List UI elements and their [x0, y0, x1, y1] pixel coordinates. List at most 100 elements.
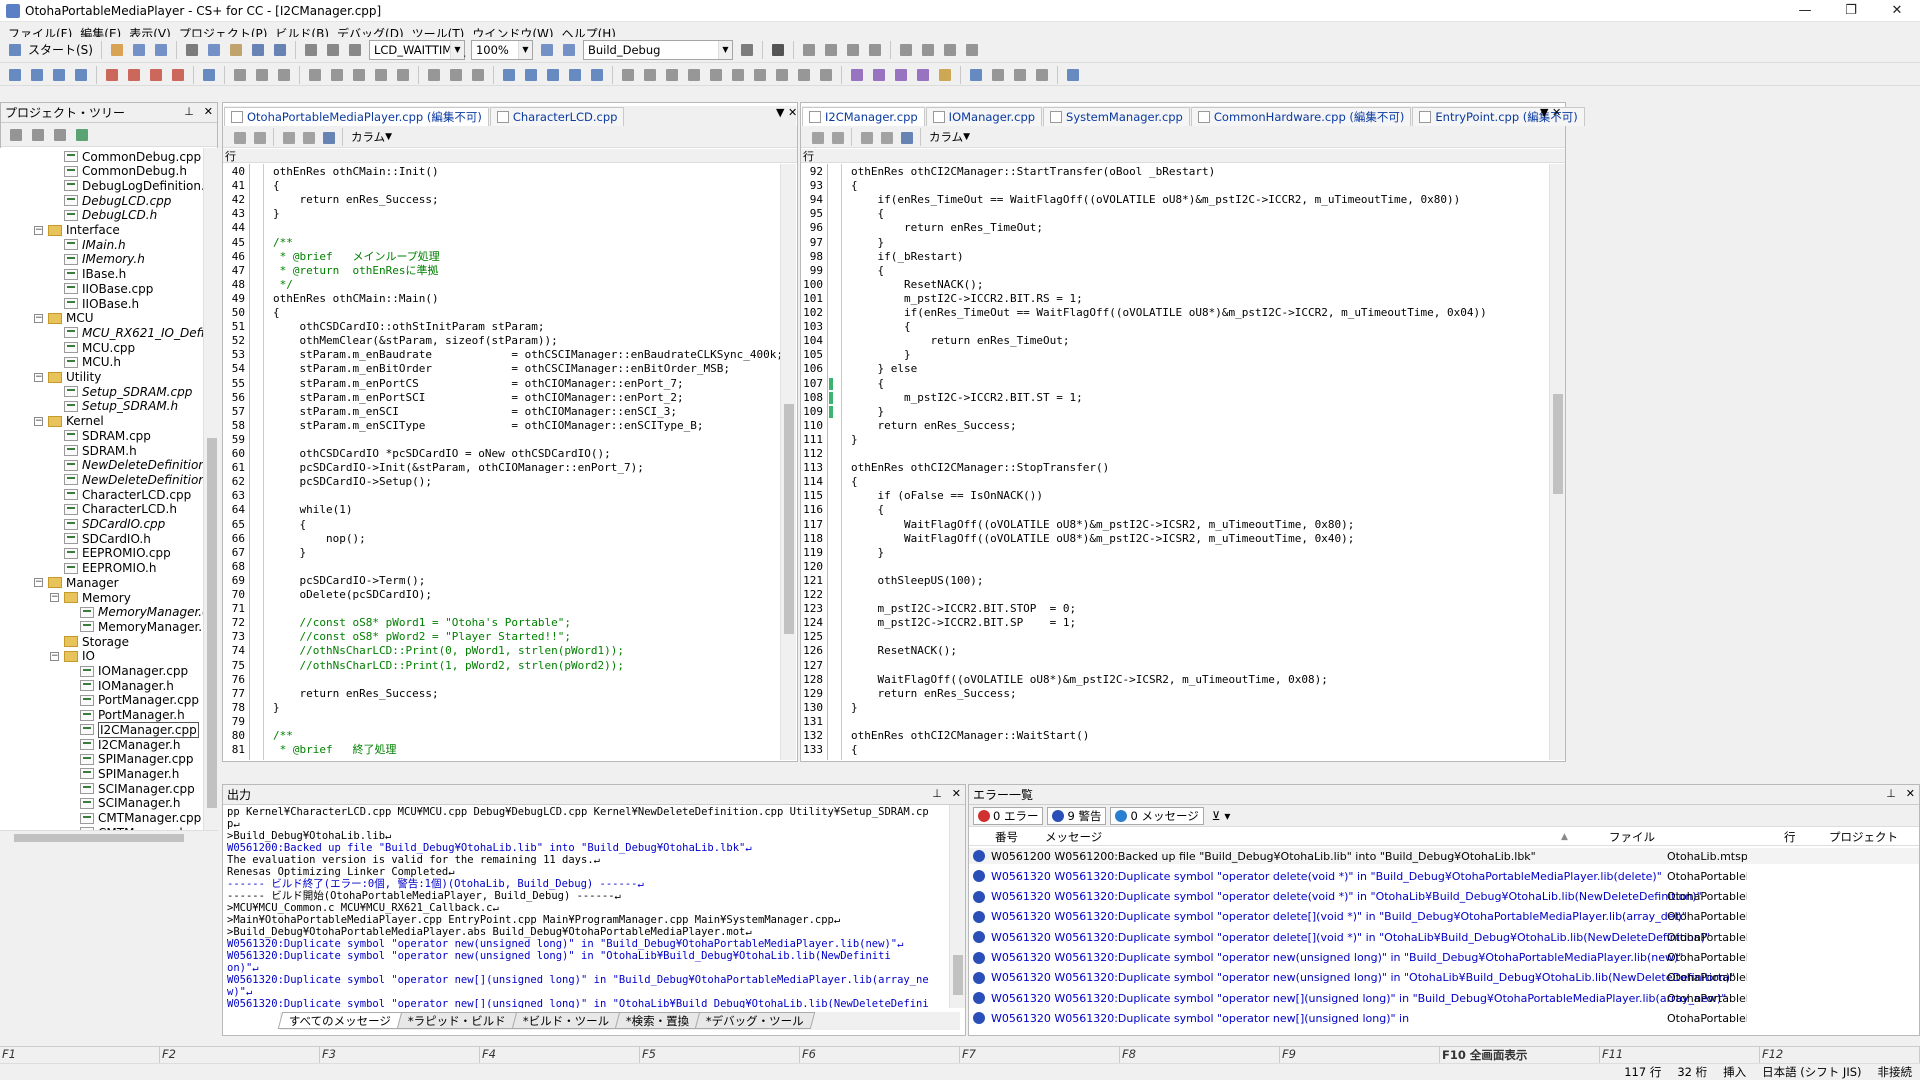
- debug-tool-icon[interactable]: [566, 66, 584, 84]
- col-message[interactable]: メッセージ: [1045, 829, 1102, 845]
- function-key[interactable]: F10 全画面表示: [1440, 1047, 1600, 1063]
- tree-item[interactable]: DebugLogDefinition.h: [50, 178, 205, 193]
- debug-tool-icon[interactable]: [394, 66, 412, 84]
- undo-icon[interactable]: [249, 41, 267, 59]
- debug-tool-icon[interactable]: [619, 66, 637, 84]
- layout-icon-3[interactable]: [844, 41, 862, 59]
- col-file[interactable]: ファイル: [1609, 829, 1655, 845]
- tree-item[interactable]: CharacterLCD.h: [50, 502, 177, 517]
- layout-icon-2[interactable]: [822, 41, 840, 59]
- output-tab[interactable]: *デバッグ・ツール: [694, 1012, 816, 1029]
- tree-item[interactable]: SDRAM.cpp: [50, 428, 151, 443]
- tree-item[interactable]: MemoryManager.cpp: [66, 605, 205, 620]
- collapse-icon[interactable]: −: [34, 313, 43, 323]
- tree-item[interactable]: EEPROMIO.cpp: [50, 546, 171, 561]
- bookmark-icon[interactable]: [231, 129, 247, 145]
- tree-item[interactable]: I2CManager.h: [66, 737, 180, 752]
- tree-item[interactable]: − IO: [50, 649, 95, 664]
- debug-tool-icon[interactable]: [773, 66, 791, 84]
- editor-right-scrollbar[interactable]: [1549, 164, 1565, 760]
- editor-left-code[interactable]: 40 othEnRes othCMain::Init() 41{42 return …: [223, 164, 780, 760]
- new-file-icon[interactable]: [108, 41, 126, 59]
- function-key[interactable]: F4: [480, 1047, 640, 1063]
- close-icon[interactable]: ✕: [952, 787, 961, 800]
- column-mode-button[interactable]: カラム: [929, 129, 963, 145]
- editor-left-tab-menu-icon[interactable]: ▼ ✕: [776, 106, 797, 119]
- search-icon[interactable]: [346, 41, 364, 59]
- project-tree-hscroll[interactable]: [0, 830, 218, 844]
- back-icon[interactable]: [320, 129, 336, 145]
- output-tab[interactable]: *ラピッド・ビルド: [396, 1012, 518, 1029]
- pin-icon[interactable]: ⊥: [184, 105, 194, 118]
- build-config-icon[interactable]: [538, 41, 556, 59]
- col-project[interactable]: プロジェクト: [1829, 829, 1898, 845]
- editor-tab[interactable]: CommonHardware.cpp (編集不可): [1190, 107, 1412, 126]
- tree-item[interactable]: I2CManager.cpp: [66, 721, 199, 738]
- debug-tool-icon[interactable]: [372, 66, 390, 84]
- pin-icon[interactable]: ⊥: [932, 787, 942, 800]
- layout-icon-7[interactable]: [941, 41, 959, 59]
- tree-item[interactable]: IMain.h: [50, 237, 126, 252]
- tree-item[interactable]: IOManager.h: [66, 678, 174, 693]
- tree-item[interactable]: SDRAM.h: [50, 443, 137, 458]
- debug-tool-icon[interactable]: [103, 66, 121, 84]
- tree-item[interactable]: − Utility: [34, 370, 101, 385]
- bookmark-next-icon[interactable]: [251, 129, 267, 145]
- col-line[interactable]: 行: [1784, 829, 1796, 845]
- collapse-icon[interactable]: −: [34, 225, 43, 235]
- editor-tab[interactable]: IOManager.cpp: [925, 107, 1043, 126]
- tree-item[interactable]: − Memory: [50, 590, 131, 605]
- error-row[interactable]: W0561320 W0561320:Duplicate symbol "oper…: [969, 950, 1919, 966]
- sync-icon[interactable]: [73, 126, 91, 144]
- jump-icon[interactable]: [280, 129, 296, 145]
- debug-tool-icon[interactable]: [663, 66, 681, 84]
- debug-tool-icon[interactable]: [28, 66, 46, 84]
- debug-tool-icon[interactable]: [147, 66, 165, 84]
- collapse-icon[interactable]: −: [34, 372, 43, 382]
- debug-tool-icon[interactable]: [641, 66, 659, 84]
- restore-button[interactable]: ❐: [1828, 0, 1874, 22]
- tree-item[interactable]: − MCU: [34, 311, 94, 326]
- debug-tool-icon[interactable]: [848, 66, 866, 84]
- error-row[interactable]: W0561320 W0561320:Duplicate symbol "oper…: [969, 970, 1919, 986]
- collapse-icon[interactable]: −: [34, 416, 43, 426]
- layout-icon-1[interactable]: [800, 41, 818, 59]
- debug-tool-icon[interactable]: [989, 66, 1007, 84]
- tree-item[interactable]: CMTManager.cpp: [66, 811, 201, 826]
- tree-item[interactable]: CommonDebug.h: [50, 164, 187, 179]
- collapse-icon[interactable]: −: [50, 593, 59, 602]
- debug-tool-icon[interactable]: [967, 66, 985, 84]
- debug-tool-icon[interactable]: [328, 66, 346, 84]
- debug-target-select[interactable]: LCD_WAITTIME_ ▼: [368, 39, 465, 60]
- error-row[interactable]: W0561320 W0561320:Duplicate symbol "oper…: [969, 990, 1919, 1006]
- collapse-icon[interactable]: −: [50, 651, 59, 661]
- collapse-icon[interactable]: −: [34, 578, 43, 588]
- function-key[interactable]: F9: [1280, 1047, 1440, 1063]
- tree-item[interactable]: SPIManager.h: [66, 766, 179, 781]
- function-key[interactable]: F6: [800, 1047, 960, 1063]
- jump-icon[interactable]: [858, 129, 874, 145]
- debug-tool-icon[interactable]: [1064, 66, 1082, 84]
- tree-item[interactable]: MCU_RX621_IO_Definition.h: [50, 325, 205, 340]
- function-key[interactable]: F2: [160, 1047, 320, 1063]
- debug-tool-icon[interactable]: [685, 66, 703, 84]
- output-text[interactable]: pp Kernel¥CharacterLCD.cpp MCU¥MCU.cpp D…: [223, 805, 949, 1008]
- function-key[interactable]: F5: [640, 1047, 800, 1063]
- tree-item[interactable]: SPIManager.cpp: [66, 752, 194, 767]
- debug-tool-icon[interactable]: [817, 66, 835, 84]
- debug-tool-icon[interactable]: [870, 66, 888, 84]
- error-row[interactable]: W0561320 W0561320:Duplicate symbol "oper…: [969, 929, 1919, 945]
- build-mode-select[interactable]: Build_Debug ▼: [582, 39, 733, 60]
- editor-tab[interactable]: CharacterLCD.cpp: [489, 107, 625, 126]
- debug-tool-icon[interactable]: [6, 66, 24, 84]
- tree-item[interactable]: IBase.h: [50, 267, 126, 282]
- error-filter-button[interactable]: 0 エラー: [973, 806, 1044, 825]
- layout-icon-6[interactable]: [919, 41, 937, 59]
- tree-item[interactable]: Setup_SDRAM.cpp: [50, 384, 192, 399]
- debug-tool-icon[interactable]: [253, 66, 271, 84]
- bookmark-icon[interactable]: [809, 129, 825, 145]
- close-window-button[interactable]: ✕: [1874, 0, 1920, 22]
- debug-tool-icon[interactable]: [729, 66, 747, 84]
- debug-tool-icon[interactable]: [350, 66, 368, 84]
- editor-left-scrollbar[interactable]: [780, 164, 796, 760]
